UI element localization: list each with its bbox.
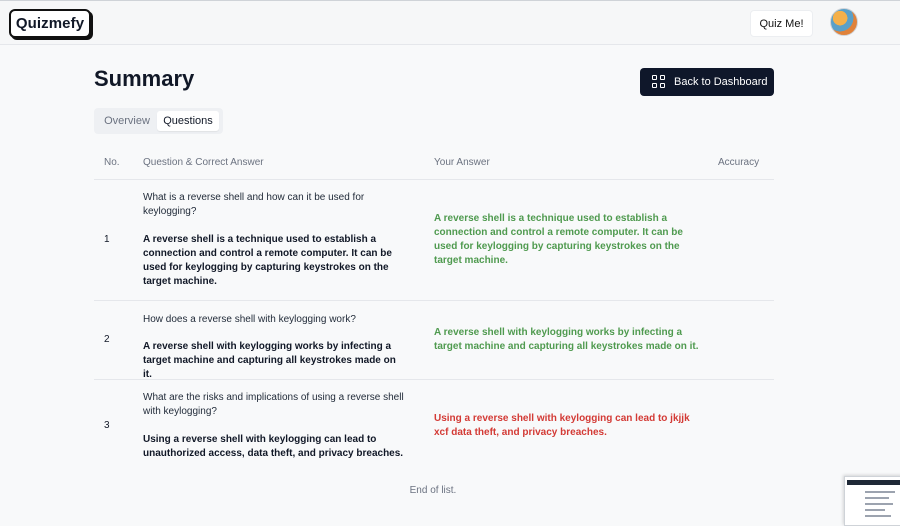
quiz-me-button[interactable]: Quiz Me! <box>750 10 813 37</box>
your-answer-text: A reverse shell with keylogging works by… <box>434 327 699 352</box>
tab-overview[interactable]: Overview <box>98 111 156 131</box>
row-number: 3 <box>104 420 110 431</box>
question-text: How does a reverse shell with keylogging… <box>143 314 356 325</box>
row-number: 2 <box>104 334 110 345</box>
question-text: What is a reverse shell and how can it b… <box>143 192 365 217</box>
table-divider <box>94 379 774 380</box>
app-logo[interactable]: Quizmefy <box>9 9 91 38</box>
column-header-no: No. <box>104 157 120 168</box>
back-to-dashboard-button[interactable]: Back to Dashboard <box>640 68 774 96</box>
question-text: What are the risks and implications of u… <box>143 392 404 417</box>
row-number: 1 <box>104 234 110 245</box>
dashboard-grid-icon <box>652 75 666 89</box>
correct-answer-text: A reverse shell is a technique used to e… <box>143 234 392 287</box>
summary-tabs: Overview Questions <box>94 108 223 134</box>
table-divider <box>94 300 774 301</box>
user-avatar[interactable] <box>830 8 858 36</box>
tab-questions[interactable]: Questions <box>157 111 219 131</box>
table-divider <box>94 179 774 180</box>
end-of-list-text: End of list. <box>409 485 457 496</box>
top-nav-bar: Quizmefy Quiz Me! <box>0 0 900 45</box>
correct-answer-text: A reverse shell with keylogging works by… <box>143 341 396 380</box>
page-title: Summary <box>94 66 195 91</box>
column-header-your-answer: Your Answer <box>434 157 490 168</box>
correct-answer-text: Using a reverse shell with keylogging ca… <box>143 434 404 459</box>
column-header-accuracy: Accuracy <box>718 157 760 168</box>
screenshot-thumbnail[interactable] <box>844 476 900 526</box>
your-answer-text: A reverse shell is a technique used to e… <box>434 213 683 266</box>
back-to-dashboard-label: Back to Dashboard <box>674 76 768 88</box>
your-answer-text: Using a reverse shell with keylogging ca… <box>434 413 690 438</box>
column-header-question: Question & Correct Answer <box>143 157 264 168</box>
